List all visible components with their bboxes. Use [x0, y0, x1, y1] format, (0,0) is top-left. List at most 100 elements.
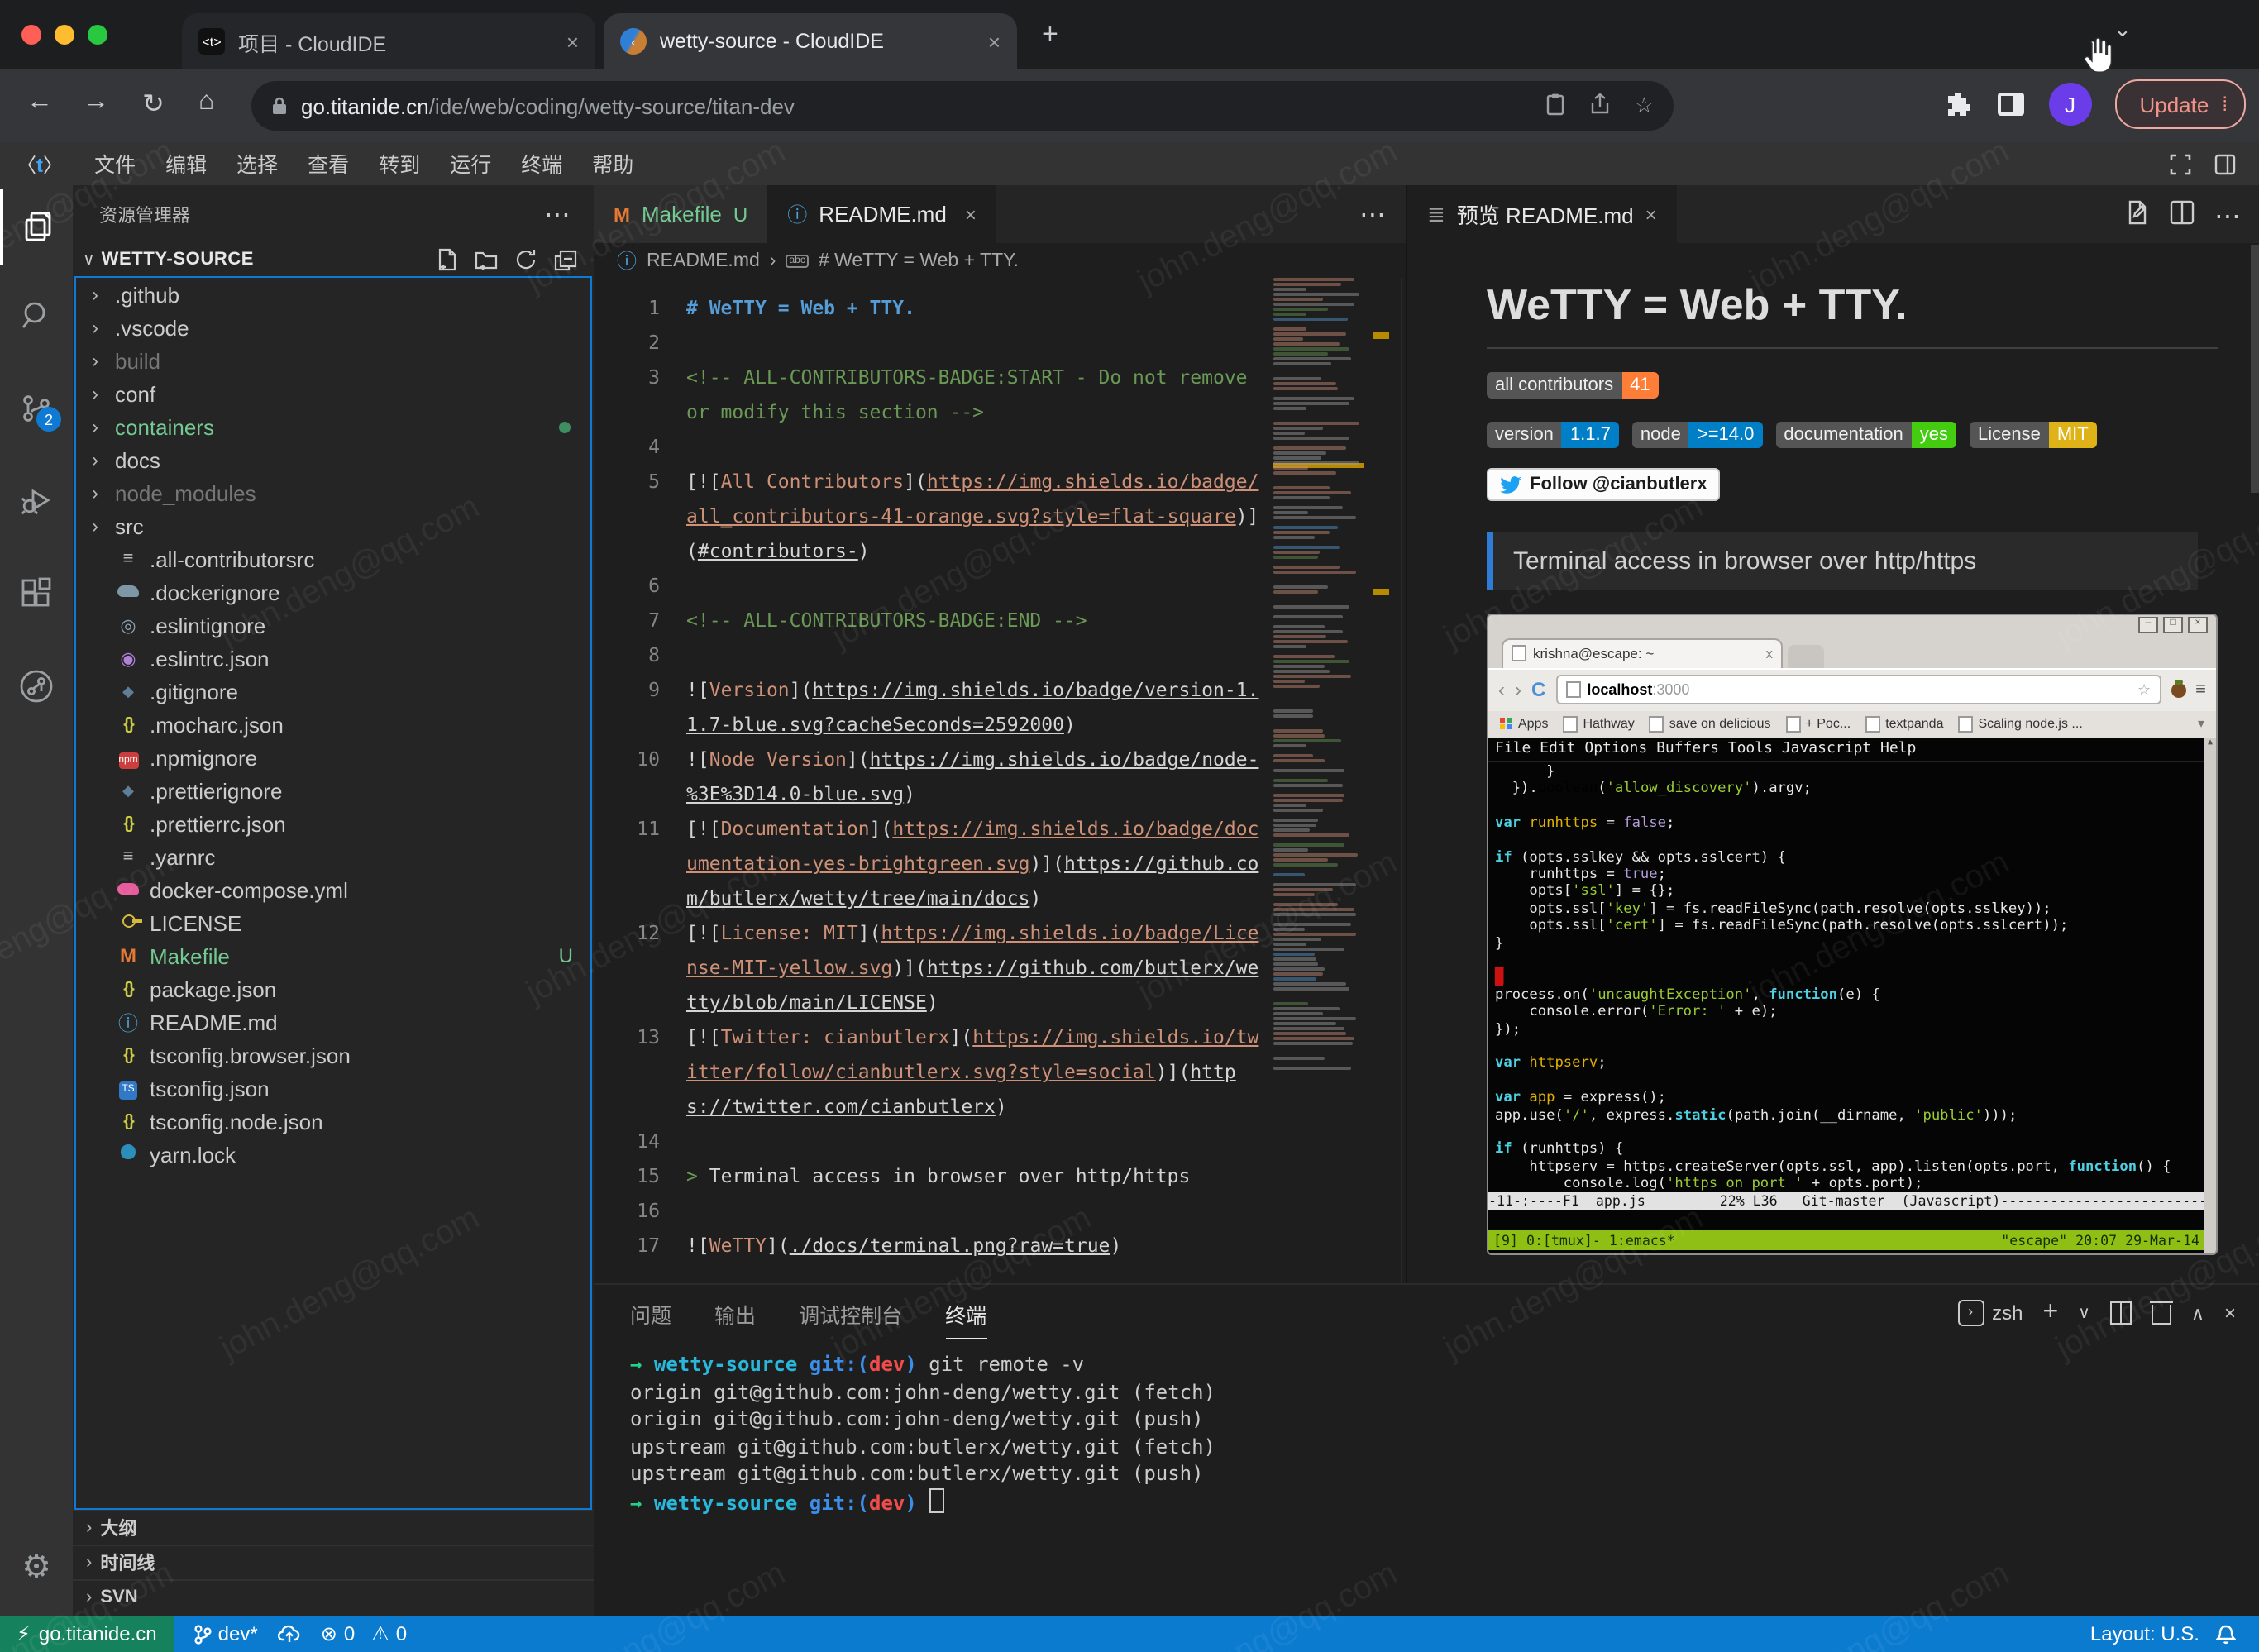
kill-terminal-icon[interactable] — [2152, 1305, 2171, 1325]
minimap[interactable] — [1273, 278, 1364, 1283]
gear-icon[interactable]: ⚙ — [0, 1533, 73, 1599]
tree-folder-build[interactable]: ›build — [75, 344, 590, 377]
git-graph-icon[interactable] — [0, 648, 73, 724]
code-line-1[interactable]: 1# WeTTY = Web + TTY. — [594, 291, 1273, 326]
tree-folder-src[interactable]: ›src — [75, 509, 590, 542]
tree-file-.prettierrc.json[interactable]: {}.prettierrc.json — [75, 807, 590, 840]
tab-readme[interactable]: ⓘ README.md × — [767, 185, 996, 243]
integrated-terminal[interactable]: → wetty-source git:(dev) git remote -vor… — [630, 1351, 2242, 1611]
tab-makefile[interactable]: M Makefile U — [594, 185, 767, 243]
tree-file-LICENSE[interactable]: LICENSE — [75, 906, 590, 939]
tree-section-header[interactable]: ∨ WETTY-SOURCE — [73, 243, 594, 276]
code-line-3[interactable]: 3<!-- ALL-CONTRIBUTORS-BADGE:START - Do … — [594, 360, 1273, 430]
close-tab-icon[interactable]: × — [550, 29, 579, 54]
close-window-button[interactable] — [21, 25, 41, 45]
minimize-window-button[interactable] — [55, 25, 74, 45]
extensions-icon[interactable] — [0, 556, 73, 632]
sync-status[interactable] — [278, 1624, 301, 1644]
panel-tab-问题[interactable]: 问题 — [630, 1298, 671, 1339]
menu-item[interactable]: 转到 — [364, 154, 435, 177]
open-source-file-icon[interactable] — [2125, 200, 2150, 225]
code-line-13[interactable]: 13[![Twitter: cianbutlerx](https://img.s… — [594, 1020, 1273, 1124]
run-debug-icon[interactable] — [0, 463, 73, 539]
tree-file-.gitignore[interactable]: ◆.gitignore — [75, 675, 590, 708]
tree-file-.eslintrc.json[interactable]: ◉.eslintrc.json — [75, 642, 590, 675]
back-icon[interactable]: ← — [26, 88, 53, 117]
tree-file-.mocharc.json[interactable]: {}.mocharc.json — [75, 708, 590, 741]
code-line-10[interactable]: 10![Node Version](https://img.shields.io… — [594, 742, 1273, 812]
menu-item[interactable]: 编辑 — [150, 154, 222, 177]
tree-folder-containers[interactable]: ›containers — [75, 410, 590, 443]
new-tab-button[interactable]: + — [1042, 20, 1058, 48]
fullscreen-icon[interactable] — [2170, 153, 2191, 174]
reload-icon[interactable]: ↻ — [142, 88, 165, 121]
panel-tab-终端[interactable]: 终端 — [945, 1298, 986, 1339]
code-line-6[interactable]: 6 — [594, 569, 1273, 604]
profile-avatar[interactable]: J — [2048, 83, 2091, 126]
tree-file-tsconfig.node.json[interactable]: {}tsconfig.node.json — [75, 1105, 590, 1138]
code-line-4[interactable]: 4 — [594, 430, 1273, 465]
sidebar-section-大纲[interactable]: ›大纲 — [73, 1510, 594, 1545]
code-line-7[interactable]: 7<!-- ALL-CONTRIBUTORS-BADGE:END --> — [594, 604, 1273, 638]
source-control-icon[interactable]: 2 — [0, 370, 73, 446]
menu-item[interactable]: 终端 — [506, 154, 577, 177]
sidebar-section-SVN[interactable]: ›SVN — [73, 1579, 594, 1614]
browser-tab-wetty-source[interactable]: ‹ wetty-source - CloudIDE × — [604, 13, 1017, 69]
twitter-follow-button[interactable]: Follow @cianbutlerx — [1487, 468, 1721, 501]
close-panel-icon[interactable]: × — [2224, 1301, 2236, 1325]
tree-folder-.vscode[interactable]: ›.vscode — [75, 311, 590, 344]
code-line-9[interactable]: 9![Version](https://img.shields.io/badge… — [594, 673, 1273, 742]
maximize-panel-icon[interactable]: ∧ — [2191, 1302, 2204, 1324]
bell-icon[interactable] — [2216, 1623, 2236, 1645]
browser-menu-dots-icon[interactable]: ⁞ — [2222, 93, 2228, 116]
home-icon[interactable]: ⌂ — [198, 88, 214, 117]
code-line-15[interactable]: 15> Terminal access in browser over http… — [594, 1159, 1273, 1194]
new-terminal-icon[interactable]: + — [2043, 1298, 2059, 1328]
close-tab-icon[interactable]: × — [965, 203, 977, 226]
split-editor-icon[interactable] — [2170, 200, 2195, 225]
tree-file-.dockerignore[interactable]: .dockerignore — [75, 575, 590, 609]
tree-folder-.github[interactable]: ›.github — [75, 278, 590, 311]
panel-tab-调试控制台[interactable]: 调试控制台 — [799, 1298, 902, 1339]
code-line-14[interactable]: 14 — [594, 1124, 1273, 1159]
tree-folder-conf[interactable]: ›conf — [75, 377, 590, 410]
tree-folder-docs[interactable]: ›docs — [75, 443, 590, 476]
tree-folder-node_modules[interactable]: ›node_modules — [75, 476, 590, 509]
tree-file-.prettierignore[interactable]: ◆.prettierignore — [75, 774, 590, 807]
tree-file-.yarnrc[interactable]: ≡.yarnrc — [75, 840, 590, 873]
refresh-icon[interactable] — [514, 248, 537, 271]
search-icon[interactable] — [0, 278, 73, 354]
code-line-2[interactable]: 2 — [594, 326, 1273, 360]
problems-status[interactable]: ⊗ 0 ⚠ 0 — [321, 1622, 407, 1645]
tree-file-README.md[interactable]: ⓘREADME.md — [75, 1005, 590, 1038]
url-bar[interactable]: go.titanide.cn/ide/web/coding/wetty-sour… — [251, 81, 1674, 131]
sidebar-more-icon[interactable]: ⋯ — [544, 198, 571, 231]
editor-more-actions-icon[interactable]: ⋯ — [1359, 185, 1406, 243]
split-terminal-icon[interactable] — [2110, 1301, 2132, 1325]
extensions-puzzle-icon[interactable] — [1942, 89, 1972, 119]
menu-item[interactable]: 查看 — [293, 154, 364, 177]
browser-tab-project[interactable]: <t> 项目 - CloudIDE × — [182, 13, 595, 69]
breadcrumb-symbol[interactable]: # WeTTY = Web + TTY. — [819, 251, 1019, 270]
code-line-16[interactable]: 16 — [594, 1194, 1273, 1229]
tree-file-tsconfig.json[interactable]: TStsconfig.json — [75, 1072, 590, 1105]
new-folder-icon[interactable] — [475, 248, 498, 271]
code-line-12[interactable]: 12[![License: MIT](https://img.shields.i… — [594, 916, 1273, 1020]
share-icon[interactable] — [1590, 93, 1612, 116]
clipboard-icon[interactable] — [1545, 93, 1567, 116]
preview-scrollbar[interactable] — [2251, 245, 2259, 493]
code-line-17[interactable]: 17![WeTTY](./docs/terminal.png?raw=true) — [594, 1229, 1273, 1263]
terminal-dropdown-chevron-icon[interactable]: ∨ — [2078, 1304, 2090, 1322]
terminal-shell-badge[interactable]: › zsh — [1957, 1300, 2023, 1326]
close-tab-icon[interactable]: × — [1645, 203, 1657, 226]
keyboard-layout-status[interactable]: Layout: U.S. — [2090, 1622, 2199, 1645]
update-button[interactable]: Update ⁞ — [2114, 79, 2246, 129]
panel-tab-输出[interactable]: 输出 — [714, 1298, 756, 1339]
forward-icon[interactable]: → — [83, 88, 109, 117]
layout-icon[interactable] — [2214, 153, 2236, 174]
preview-more-actions-icon[interactable]: ⋯ — [2214, 200, 2241, 243]
remote-indicator[interactable]: ⚡ go.titanide.cn — [0, 1616, 174, 1652]
menu-item[interactable]: 运行 — [435, 154, 506, 177]
explorer-icon[interactable] — [0, 189, 76, 265]
menu-item[interactable]: 帮助 — [577, 154, 648, 177]
